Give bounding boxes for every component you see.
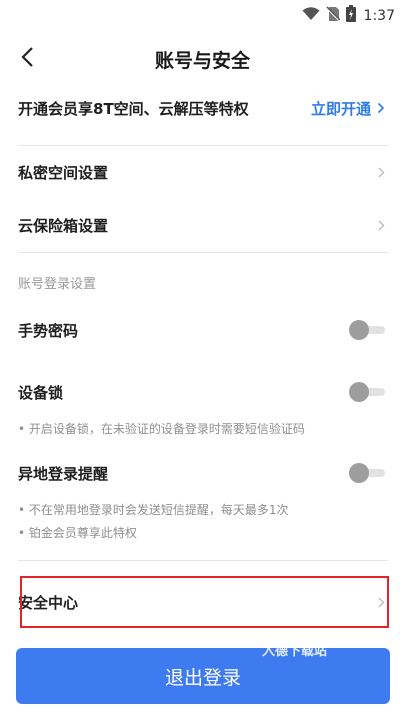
wifi-icon — [302, 6, 320, 25]
device-lock-label: 设备锁 — [18, 383, 64, 402]
remote-login-alert-label: 异地登录提醒 — [18, 464, 109, 483]
remote-login-alert-row: 异地登录提醒 — [0, 453, 405, 493]
toggle-knob — [349, 320, 369, 340]
logout-button[interactable]: 退出登录 — [16, 648, 390, 704]
device-lock-note: • 开启设备锁，在未验证的设备登录时需要短信验证码 — [18, 422, 305, 436]
toggle-knob — [349, 382, 369, 402]
logout-label: 退出登录 — [164, 666, 241, 689]
no-sim-icon — [325, 5, 341, 26]
vip-banner-text: 开通会员享8T空间、云解压等特权 — [18, 99, 249, 118]
gesture-password-label: 手势密码 — [18, 321, 79, 340]
status-time: 1:37 — [363, 7, 395, 24]
status-bar: 1:37 — [0, 0, 405, 30]
battery-icon — [345, 5, 356, 26]
login-settings-heading: 账号登录设置 — [18, 277, 97, 292]
page-title: 账号与安全 — [154, 50, 250, 72]
vip-banner[interactable]: 开通会员享8T空间、云解压等特权 立即开通 — [0, 88, 405, 128]
cloud-safe-settings-row[interactable]: 云保险箱设置 — [0, 205, 405, 245]
title-bar: 账号与安全 — [0, 38, 405, 80]
status-icons: 1:37 — [302, 5, 395, 26]
chevron-right-icon — [378, 216, 385, 235]
chevron-right-icon — [377, 99, 385, 118]
chevron-right-icon — [378, 163, 385, 182]
remote-login-alert-toggle[interactable] — [349, 463, 385, 483]
remote-login-note: • 铂金会员尊享此特权 — [18, 526, 137, 540]
vip-open-link[interactable]: 立即开通 — [311, 98, 385, 119]
watermark: 入德下载站 — [262, 644, 328, 659]
gesture-password-toggle[interactable] — [349, 320, 385, 340]
private-space-settings-row[interactable]: 私密空间设置 — [0, 152, 405, 192]
toggle-knob — [349, 463, 369, 483]
gesture-password-row: 手势密码 — [0, 310, 405, 350]
highlight-box — [20, 576, 389, 628]
remote-login-note: • 不在常用地登录时会发送短信提醒，每天最多1次 — [18, 503, 289, 517]
divider — [18, 560, 388, 561]
divider — [18, 145, 388, 146]
device-lock-toggle[interactable] — [349, 382, 385, 402]
cloud-safe-label: 云保险箱设置 — [18, 216, 109, 235]
divider — [18, 252, 388, 253]
vip-open-label: 立即开通 — [310, 99, 371, 118]
private-space-label: 私密空间设置 — [18, 163, 109, 182]
device-lock-row: 设备锁 — [0, 372, 405, 412]
